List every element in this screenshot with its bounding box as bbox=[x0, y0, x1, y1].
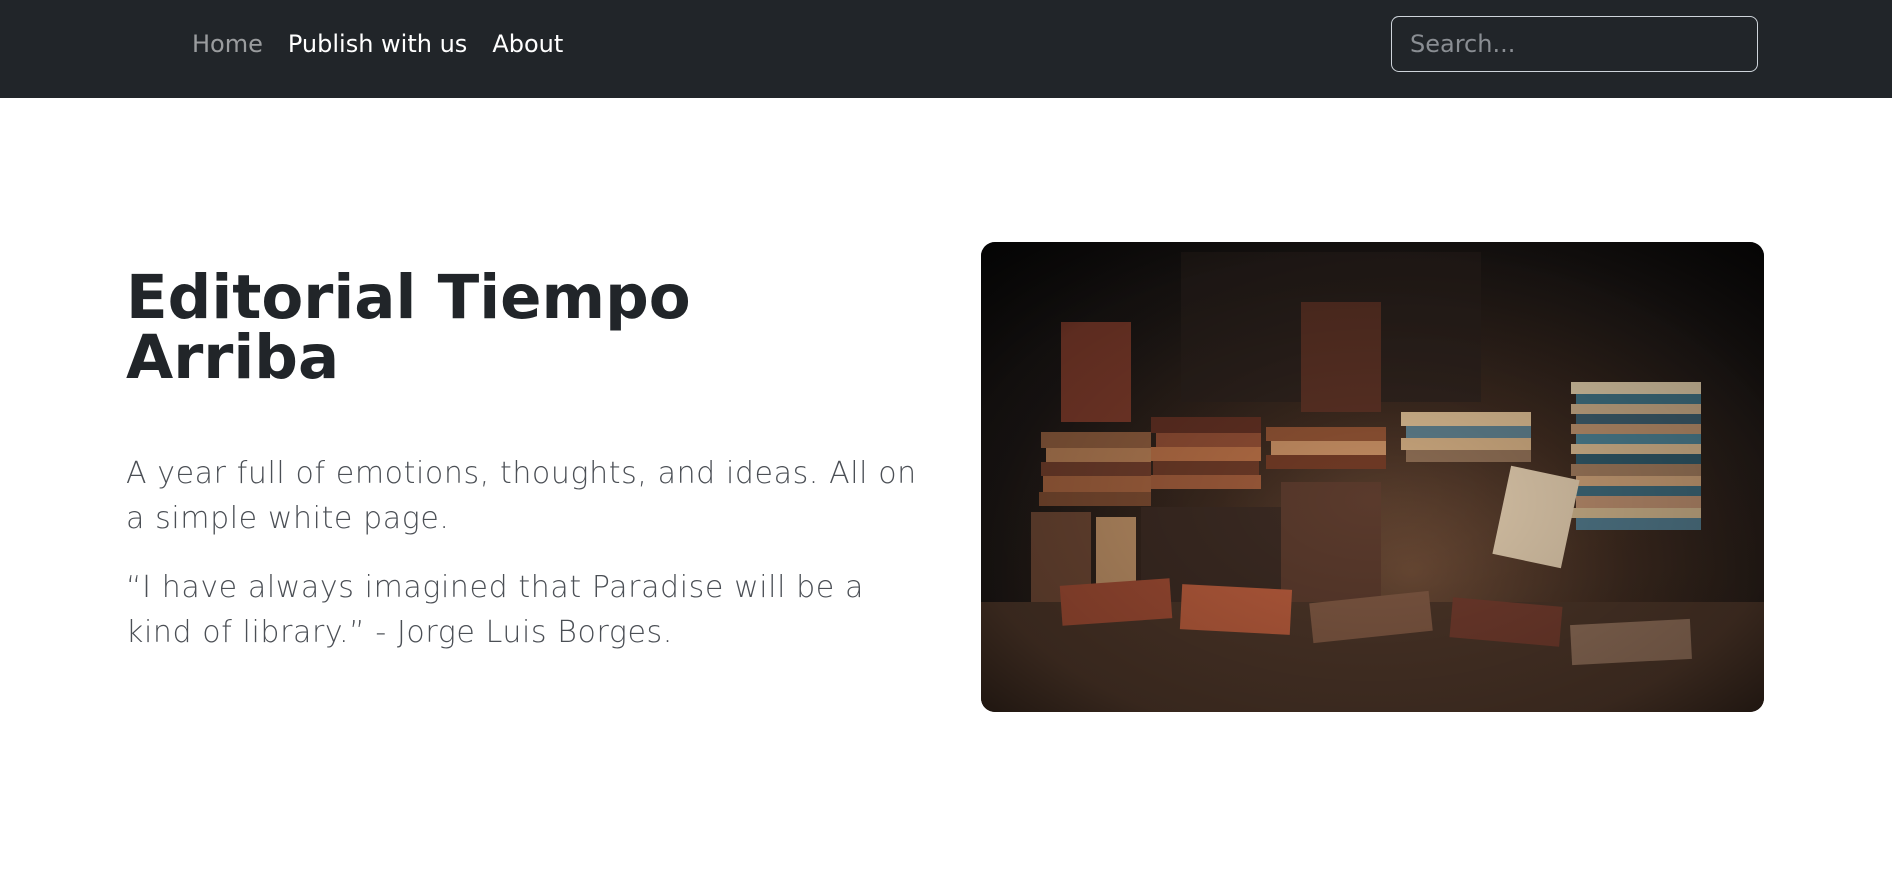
book-stacks-illustration bbox=[981, 242, 1764, 712]
nav-item-about[interactable]: About bbox=[492, 30, 563, 58]
bookstore-photo bbox=[981, 242, 1764, 712]
nav-item-home[interactable]: Home bbox=[192, 30, 263, 58]
navbar: Home Publish with us About bbox=[0, 0, 1892, 98]
nav-links: Home Publish with us About bbox=[192, 0, 588, 88]
hero-lead-text: A year full of emotions, thoughts, and i… bbox=[126, 456, 917, 536]
nav-item-publish-with-us[interactable]: Publish with us bbox=[288, 30, 467, 58]
hero-quote-text: “I have always imagined that Paradise wi… bbox=[126, 570, 864, 650]
search-input[interactable] bbox=[1391, 16, 1758, 72]
page-title: Editorial Tiempo Arriba bbox=[126, 262, 691, 393]
